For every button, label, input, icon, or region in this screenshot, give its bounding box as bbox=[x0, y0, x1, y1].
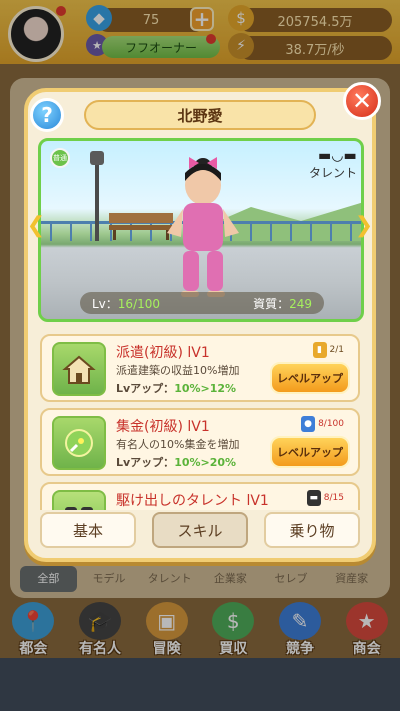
skill-material-count: ▬ 8/15 bbox=[306, 490, 344, 506]
skill-description: 有名人の10%集金を増加 bbox=[116, 438, 240, 451]
level-up-button[interactable]: レベルアップ bbox=[270, 436, 350, 468]
system-bar bbox=[0, 658, 400, 711]
person-icon: ● bbox=[301, 416, 316, 432]
character-name: 北野愛 bbox=[84, 100, 316, 130]
skill-upgrade-label: Lvアップ： bbox=[116, 382, 175, 395]
skill-upgrade-value: 10%>12% bbox=[174, 382, 237, 395]
coin-collect-icon bbox=[52, 416, 106, 470]
capital-value: 249 bbox=[289, 296, 312, 311]
skill-upgrade: Lvアップ：10%>12% bbox=[116, 380, 236, 396]
close-button[interactable]: ✕ bbox=[343, 82, 381, 120]
tab-basic[interactable]: 基本 bbox=[40, 512, 136, 548]
next-character-arrow[interactable]: ❯ bbox=[355, 212, 373, 238]
close-icon: ✕ bbox=[351, 87, 373, 115]
rank-badge-label: 普通 bbox=[53, 154, 67, 162]
skill-material-count: ● 8/100 bbox=[301, 416, 344, 432]
popup-tabs: 基本 スキル 乗り物 bbox=[40, 512, 360, 548]
help-icon: ? bbox=[41, 103, 53, 127]
skill-name: 集金(初級) lV1 bbox=[116, 419, 210, 435]
help-button[interactable]: ? bbox=[30, 98, 64, 132]
skill-count-value: 2/1 bbox=[329, 345, 344, 355]
rank-badge: 普通 bbox=[50, 140, 72, 170]
skill-card-dispatch: 派遣(初級) lV1 派遣建築の収益10%増加 Lvアップ：10%>12% ▮ … bbox=[40, 334, 360, 402]
skill-name: 駆け出しのタレント lV1 bbox=[116, 493, 269, 509]
prev-character-arrow[interactable]: ❮ bbox=[27, 212, 45, 238]
skill-count-value: 8/100 bbox=[318, 419, 344, 429]
sunglasses-icon bbox=[52, 490, 106, 510]
skill-card-talent: 駆け出しのタレント lV1 ▬ 8/15 bbox=[40, 482, 360, 510]
character-stats: Lv：16/100 資質：249 bbox=[80, 292, 324, 314]
skill-upgrade: Lvアップ：10%>20% bbox=[116, 454, 236, 470]
skill-upgrade-value: 10%>20% bbox=[174, 456, 237, 469]
level-value: 16/100 bbox=[117, 296, 161, 311]
skill-material-count: ▮ 2/1 bbox=[312, 342, 344, 358]
game-screen: 75 ◆ + 205754.5万 $ ★ フフオーナー 38.7万/秒 ⚡ 全部… bbox=[0, 0, 400, 658]
capital-label: 資質： bbox=[253, 296, 290, 311]
tab-vehicle[interactable]: 乗り物 bbox=[264, 512, 360, 548]
medal-icon: 普通 bbox=[50, 148, 70, 168]
skill-description: 派遣建築の収益10%増加 bbox=[116, 364, 240, 377]
capital-stat: 資質：249 bbox=[253, 295, 312, 312]
level-stat: Lv：16/100 bbox=[92, 295, 160, 312]
talent-category-label: タレント bbox=[308, 166, 357, 180]
sunglasses-icon: ▬ bbox=[306, 490, 321, 506]
skill-name: 派遣(初級) lV1 bbox=[116, 345, 210, 361]
sunglasses-icon: ▬◡▬ bbox=[318, 148, 357, 164]
house-icon bbox=[52, 342, 106, 396]
skill-upgrade-label: Lvアップ： bbox=[116, 456, 175, 469]
character-sprite bbox=[167, 157, 239, 297]
skill-count-value: 8/15 bbox=[323, 493, 344, 503]
level-label: Lv： bbox=[92, 296, 118, 311]
book-icon: ▮ bbox=[312, 342, 327, 358]
skill-list[interactable]: 派遣(初級) lV1 派遣建築の収益10%増加 Lvアップ：10%>12% ▮ … bbox=[40, 330, 360, 510]
level-up-button[interactable]: レベルアップ bbox=[270, 362, 350, 394]
skill-card-collect: 集金(初級) lV1 有名人の10%集金を増加 Lvアップ：10%>20% ● … bbox=[40, 408, 360, 476]
tab-skill[interactable]: スキル bbox=[152, 512, 248, 548]
